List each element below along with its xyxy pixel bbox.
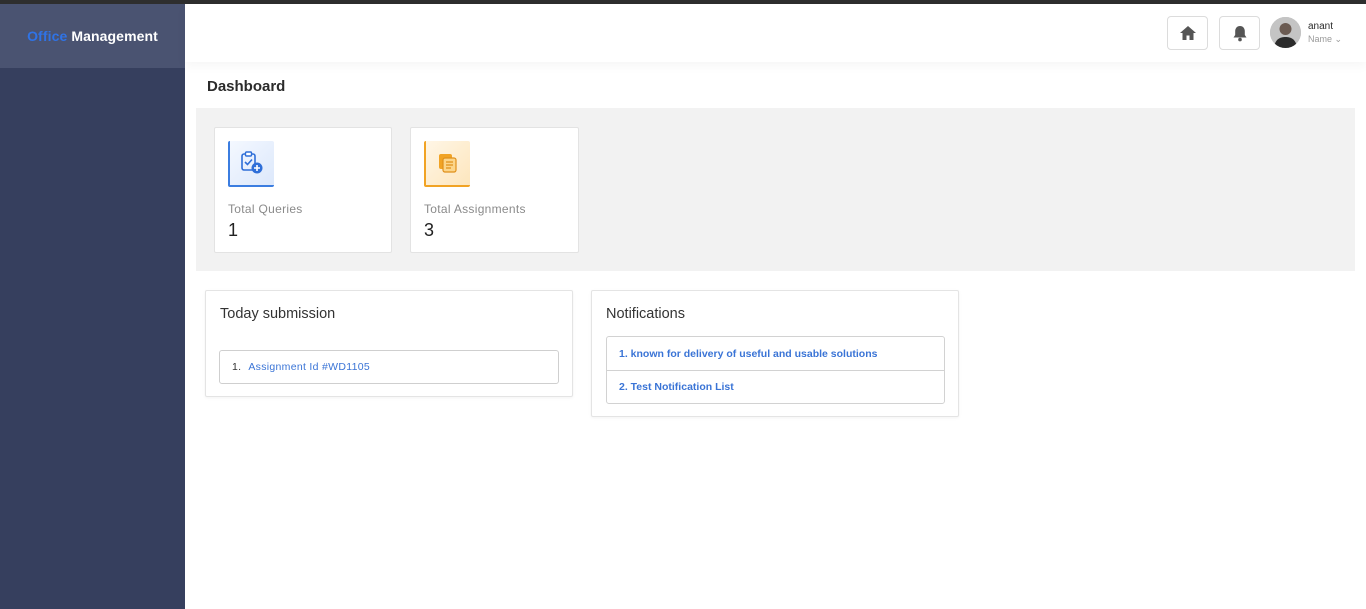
assignment-link[interactable]: Assignment Id #WD1105 — [248, 361, 370, 373]
top-header: anant Name ⌄ — [185, 4, 1366, 62]
panel-title: Today submission — [220, 306, 336, 322]
stat-value: 3 — [424, 220, 435, 240]
sidebar: Office Management — [0, 4, 185, 609]
stat-label: Total Queries — [228, 202, 303, 216]
home-icon — [1179, 26, 1196, 40]
stat-value: 1 — [228, 220, 239, 240]
notification-item[interactable]: 2. Test Notification List — [607, 370, 944, 403]
today-submission-panel: Today submission 1. Assignment Id #WD110… — [205, 290, 573, 397]
list-item-number: 1. — [232, 361, 242, 373]
stat-card-total-assignments[interactable]: Total Assignments 3 — [410, 127, 579, 253]
user-role-dropdown[interactable]: Name ⌄ — [1308, 34, 1342, 45]
queries-icon — [228, 141, 274, 187]
notifications-panel: Notifications 1. known for delivery of u… — [591, 290, 959, 417]
brand-logo[interactable]: Office Management — [0, 4, 185, 68]
notification-item[interactable]: 1. known for delivery of useful and usab… — [607, 337, 944, 370]
page-title: Dashboard — [207, 78, 286, 95]
user-avatar[interactable] — [1270, 17, 1301, 48]
brand-part1: Office — [27, 28, 68, 44]
user-avatar-image — [1270, 17, 1301, 48]
notifications-button[interactable] — [1219, 16, 1260, 50]
panel-title: Notifications — [606, 306, 685, 322]
brand-part2: Management — [71, 28, 158, 44]
stat-label: Total Assignments — [424, 202, 526, 216]
assignments-icon — [424, 141, 470, 187]
stats-band: Total Queries 1 Total Assignments 3 — [196, 108, 1355, 271]
list-item[interactable]: 1. Assignment Id #WD1105 — [219, 350, 559, 384]
bell-icon — [1233, 25, 1246, 41]
notification-list: 1. known for delivery of useful and usab… — [606, 336, 945, 404]
user-name[interactable]: anant — [1308, 21, 1333, 32]
stat-card-total-queries[interactable]: Total Queries 1 — [214, 127, 392, 253]
home-button[interactable] — [1167, 16, 1208, 50]
